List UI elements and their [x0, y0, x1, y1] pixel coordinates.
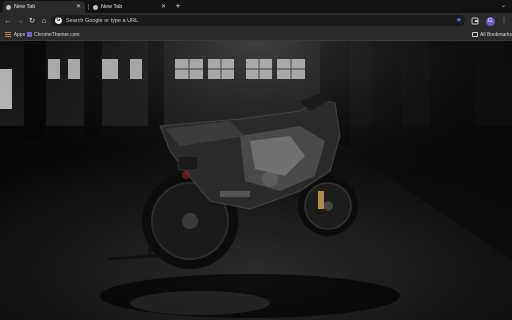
back-arrow-icon[interactable]: ←	[3, 16, 13, 26]
reload-icon[interactable]: ↻	[27, 16, 37, 26]
toolbar: ← → ↻ ⌂ G ★ G ⋮	[0, 13, 512, 29]
all-bookmarks[interactable]: All Bookmarks	[472, 31, 512, 38]
bookmarks-bar: Apps ChromeThemer.com All Bookmarks	[0, 29, 512, 41]
tab-strip: New Tab ✕ New Tab ✕ + ⌄	[0, 0, 512, 13]
motorcycle-wallpaper	[0, 41, 512, 320]
extensions-icon[interactable]	[470, 16, 480, 26]
bookmark-label: ChromeThemer.com	[34, 31, 80, 38]
star-icon[interactable]: ★	[456, 16, 462, 25]
tab-new-tab-1[interactable]: New Tab ✕	[3, 1, 85, 13]
tab-title: New Tab	[101, 4, 123, 10]
profile-initial: G	[485, 16, 495, 26]
bookmark-chromethemer[interactable]: ChromeThemer.com	[27, 31, 80, 38]
close-tab-icon[interactable]: ✕	[161, 3, 166, 11]
profile-avatar[interactable]: G	[485, 16, 495, 26]
tab-title: New Tab	[14, 4, 36, 10]
menu-icon[interactable]: ⋮	[499, 16, 509, 26]
apps-label: Apps	[13, 31, 26, 38]
new-tab-icon[interactable]: +	[173, 1, 183, 12]
forward-arrow-icon[interactable]: →	[15, 16, 25, 26]
all-bookmarks-label: All Bookmarks	[480, 31, 512, 38]
theme-background	[0, 41, 512, 320]
omnibox[interactable]: G ★	[51, 15, 465, 26]
address-bar-input[interactable]	[66, 17, 446, 24]
folder-icon	[472, 32, 478, 37]
apps-shortcut[interactable]: Apps	[5, 31, 25, 38]
close-tab-icon[interactable]: ✕	[76, 3, 81, 11]
tab-search-chevron-icon[interactable]: ⌄	[501, 2, 506, 9]
apps-grid-icon	[5, 31, 11, 38]
chrome-tab-icon	[93, 4, 98, 10]
chrome-tab-icon	[6, 4, 11, 10]
google-icon: G	[55, 17, 62, 24]
chromethemer-favicon-icon	[27, 32, 32, 37]
tab-new-tab-2[interactable]: New Tab ✕	[90, 1, 170, 13]
tab-separator	[88, 4, 89, 10]
home-icon[interactable]: ⌂	[39, 16, 49, 26]
